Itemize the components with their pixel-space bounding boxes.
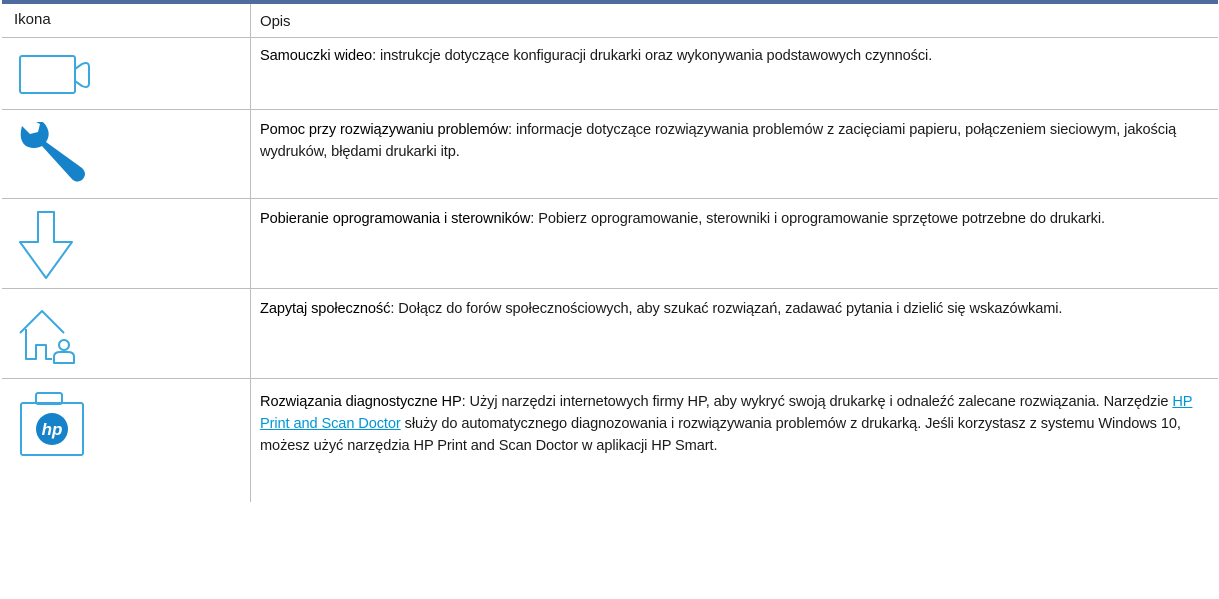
icon-cell: [2, 110, 251, 198]
video-camera-icon: [19, 55, 90, 94]
icon-cell: hp: [2, 379, 251, 502]
resource-term: Samouczki wideo: [260, 48, 373, 64]
description-cell: Pobieranie oprogramowania i sterowników:…: [251, 199, 1218, 288]
resource-term: Pomoc przy rozwiązywaniu problemów: [260, 122, 509, 138]
resource-text: : instrukcje dotyczące konfiguracji druk…: [372, 48, 933, 64]
table-row: Zapytaj społeczność: Dołącz do forów spo…: [2, 289, 1218, 379]
community-house-icon: [19, 310, 75, 364]
description-cell: Pomoc przy rozwiązywaniu problemów: info…: [251, 110, 1218, 198]
description-cell: Zapytaj społeczność: Dołącz do forów spo…: [251, 289, 1218, 378]
download-arrow-icon: [19, 211, 73, 279]
description-cell: Rozwiązania diagnostyczne HP: Użyj narzę…: [251, 379, 1218, 502]
resource-text: : Użyj narzędzi internetowych firmy HP, …: [461, 394, 1173, 410]
header-description-column: Opis: [260, 13, 291, 30]
icon-cell: [2, 289, 251, 378]
resource-term: Pobieranie oprogramowania i sterowników: [260, 211, 531, 227]
table-row: Pobieranie oprogramowania i sterowników:…: [2, 199, 1218, 289]
table-row: Samouczki wideo: instrukcje dotyczące ko…: [2, 38, 1218, 110]
resource-text: : Pobierz oprogramowanie, sterowniki i o…: [530, 211, 1105, 227]
hp-diagnostic-case-icon: hp: [20, 392, 84, 456]
resource-term: Rozwiązania diagnostyczne HP: [260, 394, 462, 410]
icon-cell: [2, 38, 251, 109]
description-cell: Samouczki wideo: instrukcje dotyczące ko…: [251, 38, 1218, 109]
wrench-icon: [20, 122, 85, 182]
hp-logo-text: hp: [42, 420, 63, 439]
table-row: Pomoc przy rozwiązywaniu problemów: info…: [2, 110, 1218, 199]
resource-text: : Dołącz do forów społecznościowych, aby…: [390, 301, 1063, 317]
icon-cell: [2, 199, 251, 288]
help-resources-table: Ikona Opis Samouczki wideo: instrukcje d…: [2, 0, 1218, 502]
table-header-row: Ikona Opis: [2, 4, 1218, 38]
header-icon-column: Ikona: [2, 4, 251, 37]
resource-term: Zapytaj społeczność: [260, 301, 391, 317]
table-row: hp Rozwiązania diagnostyczne HP: Użyj na…: [2, 379, 1218, 502]
